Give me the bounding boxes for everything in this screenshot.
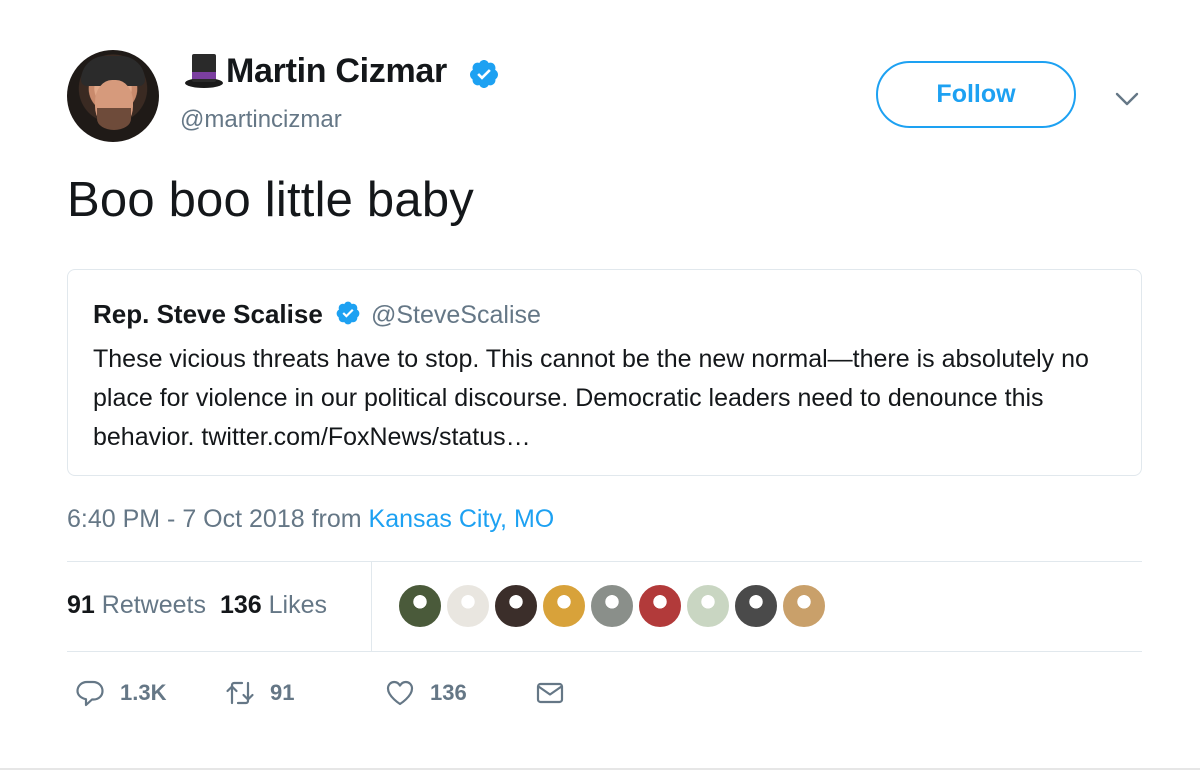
like-count: 136	[430, 680, 467, 705]
retweets-stat[interactable]: 91 Retweets	[67, 591, 206, 619]
author-display-name[interactable]: Martin Cizmar	[226, 52, 447, 91]
quoted-author-name[interactable]: Rep. Steve Scalise	[93, 299, 323, 330]
tweet-text: Boo boo little baby	[67, 173, 474, 227]
likes-label: Likes	[268, 591, 328, 619]
tweet-meta: 6:40 PM - 7 Oct 2018 from Kansas City, M…	[67, 505, 554, 534]
author-handle[interactable]: @martincizmar	[180, 106, 342, 134]
divider	[0, 768, 1200, 770]
heart-icon	[386, 680, 414, 706]
envelope-icon	[536, 682, 564, 704]
retweet-button[interactable]: 91	[224, 677, 384, 709]
tweet-timestamp[interactable]: 6:40 PM - 7 Oct 2018	[67, 505, 305, 533]
retweet-count: 91	[270, 680, 295, 705]
liker-avatar-9[interactable]	[781, 583, 827, 629]
chevron-down-icon[interactable]	[1114, 86, 1140, 112]
quoted-tweet-card[interactable]: Rep. Steve Scalise @SteveScalise These v…	[67, 269, 1142, 476]
tweet-location[interactable]: Kansas City, MO	[369, 505, 555, 533]
verified-badge-icon	[336, 301, 360, 325]
likes-stat[interactable]: 136 Likes	[220, 591, 327, 619]
reply-count: 1.3K	[120, 680, 167, 705]
direct-message-button[interactable]	[534, 677, 566, 709]
liker-avatar-8[interactable]	[733, 583, 779, 629]
retweet-icon	[226, 681, 254, 705]
liker-avatar-2[interactable]	[445, 583, 491, 629]
follow-button[interactable]: Follow	[876, 61, 1076, 128]
from-label: from	[311, 505, 362, 533]
likes-count: 136	[219, 591, 262, 619]
liker-avatar-1[interactable]	[397, 583, 443, 629]
reply-icon	[76, 680, 104, 707]
author-avatar[interactable]	[67, 50, 159, 142]
liker-avatar-6[interactable]	[637, 583, 683, 629]
retweets-count: 91	[67, 591, 95, 619]
liker-avatar-7[interactable]	[685, 583, 731, 629]
tweet-stats: 91 Retweets 136 Likes	[67, 591, 327, 620]
divider	[67, 561, 1142, 562]
liker-avatar-4[interactable]	[541, 583, 587, 629]
divider	[67, 651, 1142, 652]
liker-avatar-5[interactable]	[589, 583, 635, 629]
reply-button[interactable]: 1.3K	[74, 677, 224, 709]
divider	[371, 562, 372, 651]
likers-avatar-list	[397, 583, 829, 629]
retweets-label: Retweets	[101, 591, 206, 619]
tweet-actions: 1.3K 91 136	[74, 677, 566, 709]
verified-badge-icon	[469, 60, 498, 88]
quoted-tweet-text: These vicious threats have to stop. This…	[93, 345, 1089, 451]
like-button[interactable]: 136	[384, 677, 534, 709]
liker-avatar-3[interactable]	[493, 583, 539, 629]
quoted-author-handle[interactable]: @SteveScalise	[371, 301, 541, 330]
top-hat-icon	[185, 54, 223, 88]
